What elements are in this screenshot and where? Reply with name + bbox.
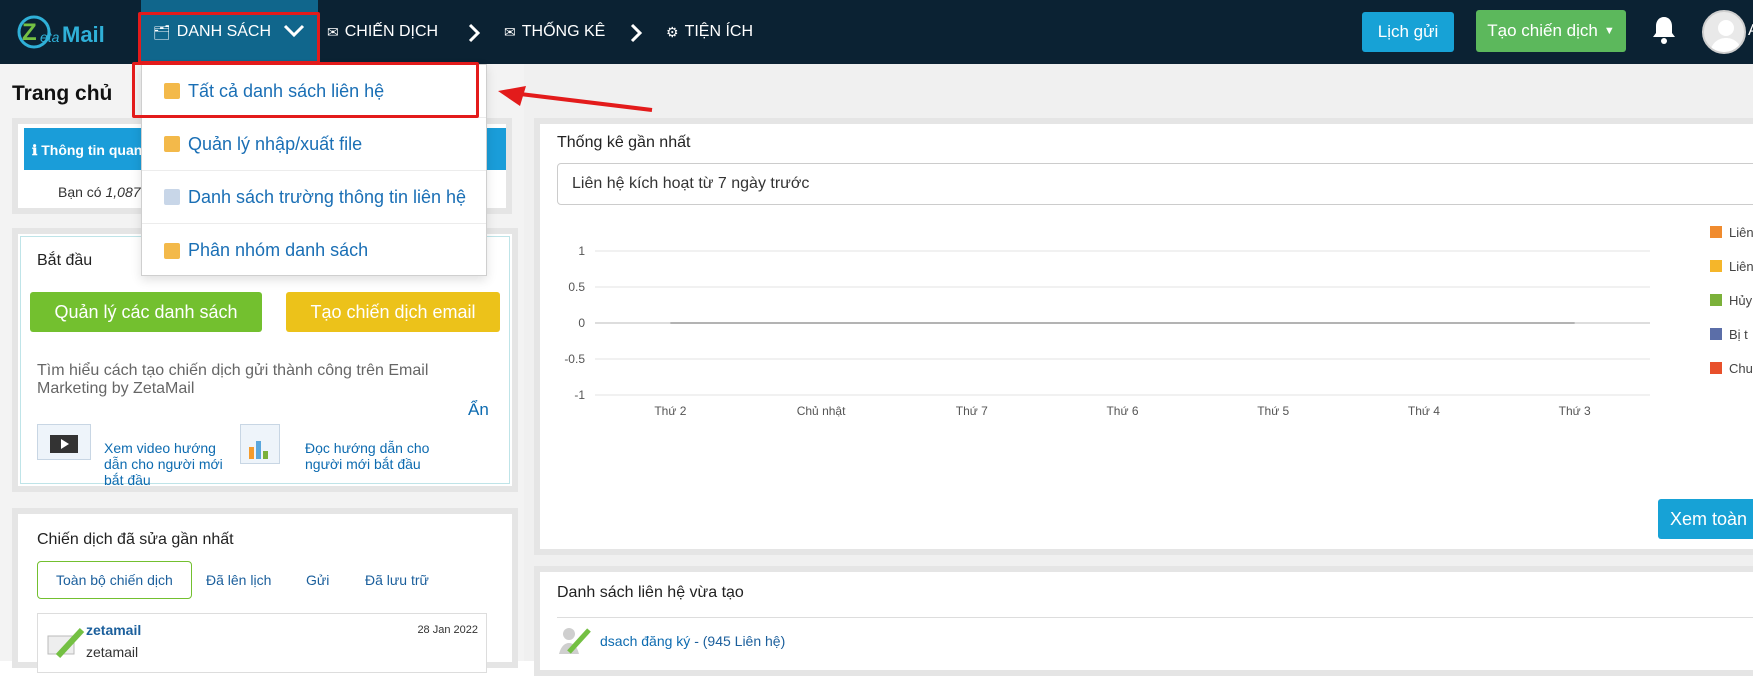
campaign-date: 28 Jan 2022	[417, 624, 478, 636]
tools-icon: ⚙	[666, 23, 679, 40]
user-avatar[interactable]	[1702, 10, 1746, 54]
create-email-campaign-button[interactable]: Tạo chiến dịch email	[286, 292, 500, 332]
legend-swatch[interactable]	[1710, 226, 1722, 238]
document-guide-link[interactable]: Đọc hướng dẫn cho người mới bắt đầu	[305, 440, 445, 472]
manage-lists-button[interactable]: Quản lý các danh sách	[30, 292, 262, 332]
stats-line-chart: 1 0.5 0 -0.5 -1 Thứ 2 Chủ nhật Thứ 7 Thứ 6 Thứ 5 T…	[564, 244, 1650, 418]
legend-swatch[interactable]	[1710, 362, 1722, 374]
recent-campaigns-title: Chiến dịch đã sửa gần nhất	[37, 531, 234, 548]
create-campaign-label: Tạo chiến dịch	[1487, 21, 1598, 40]
nav-thong-ke-label: THỐNG KÊ	[521, 23, 606, 40]
campaign-list-item[interactable]: zetamail zetamail 28 Jan 2022	[37, 613, 487, 673]
legend-swatch[interactable]	[1710, 260, 1722, 272]
page-title: Trang chủ	[12, 82, 113, 105]
envelope-icon: ✉	[327, 23, 339, 40]
x-tick-label: Thứ 2	[654, 404, 686, 418]
info-header-label: Thông tin quan	[41, 142, 143, 158]
highlight-nav-box	[138, 12, 320, 64]
nav-chien-dich-label: CHIẾN DỊCH	[344, 23, 439, 40]
svg-text:eta: eta	[40, 29, 60, 45]
legend-label[interactable]: Liên	[1729, 225, 1753, 240]
menu-item-contact-fields[interactable]: Danh sách trường thông tin liên hệ	[142, 171, 486, 224]
nav-chien-dich[interactable]: ✉ CHIẾN DỊCH	[327, 0, 438, 64]
x-tick-label: Chủ nhật	[797, 404, 846, 418]
view-all-button[interactable]: Xem toàn	[1658, 499, 1753, 539]
menu-item-label: Phân nhóm danh sách	[188, 240, 369, 260]
email-edit-icon	[47, 627, 85, 659]
menu-item-label: Danh sách trường thông tin liên hệ	[188, 186, 467, 207]
x-tick-label: Thứ 3	[1559, 404, 1591, 418]
menu-item-label: Quản lý nhập/xuất file	[188, 133, 363, 154]
campaign-name: zetamail	[86, 622, 142, 638]
recent-list-name[interactable]: dsach đăng ký	[600, 633, 690, 649]
user-initial: A	[1748, 22, 1753, 40]
legend-swatch[interactable]	[1710, 328, 1722, 340]
annotation-arrow-icon	[498, 86, 653, 112]
nav-tien-ich[interactable]: ⚙ TIỆN ÍCH	[666, 0, 753, 64]
svg-text:Mail: Mail	[62, 22, 105, 47]
y-tick-label: 0	[578, 316, 585, 330]
nav-thong-ke[interactable]: ✉ THỐNG KÊ	[504, 0, 605, 64]
y-tick-label: -0.5	[564, 352, 585, 366]
schedule-button[interactable]: Lịch gửi	[1362, 12, 1454, 52]
document-list-icon	[164, 189, 180, 205]
tab-archived[interactable]: Đã lưu trữ	[365, 572, 429, 588]
stats-title: Thống kê gần nhất	[557, 134, 691, 151]
legend-label[interactable]: Hủy	[1729, 293, 1752, 308]
chevron-right-icon[interactable]	[628, 22, 644, 44]
tab-all-campaigns[interactable]: Toàn bộ chiến dịch	[37, 561, 192, 599]
recent-list-count: (945 Liên hệ)	[702, 633, 786, 649]
legend-swatch[interactable]	[1710, 294, 1722, 306]
y-tick-label: -1	[574, 388, 585, 402]
zetamail-logo[interactable]: Z eta Mail	[14, 12, 120, 52]
info-icon: ℹ	[32, 142, 42, 158]
hide-link[interactable]: Ẩn	[468, 400, 489, 420]
campaign-subtitle: zetamail	[86, 644, 139, 660]
tab-sent[interactable]: Gửi	[306, 572, 329, 588]
recent-list-item[interactable]: dsach đăng ký - (945 Liên hệ)	[600, 633, 785, 649]
recent-lists-title: Danh sách liên hệ vừa tạo	[557, 584, 744, 601]
contacts-icon	[164, 136, 180, 152]
contacts-icon	[164, 242, 180, 259]
legend-label[interactable]: Chu	[1729, 361, 1753, 376]
recent-lists-card	[534, 566, 1753, 676]
envelope-icon: ✉	[504, 23, 516, 40]
chevron-right-icon[interactable]	[466, 22, 482, 44]
legend-label[interactable]: Bị t	[1729, 327, 1748, 342]
caret-down-icon: ▼	[1603, 25, 1615, 37]
info-body: Bạn có 1,087 đ	[58, 184, 152, 200]
user-icon	[1710, 20, 1742, 52]
x-tick-label: Thứ 7	[956, 404, 988, 418]
stats-filter-select[interactable]: Liên hệ kích hoạt từ 7 ngày trước	[557, 163, 1753, 205]
video-thumbnail[interactable]	[37, 424, 91, 460]
play-video-icon	[50, 435, 78, 453]
bell-icon[interactable]	[1650, 14, 1678, 46]
y-tick-label: 0.5	[568, 280, 585, 294]
getting-started-description: Tìm hiểu cách tạo chiến dịch gửi thành c…	[37, 362, 429, 397]
info-body-prefix: Bạn có	[58, 184, 106, 200]
y-tick-label: 1	[578, 244, 585, 258]
menu-item-import-export[interactable]: Quản lý nhập/xuất file	[142, 118, 486, 171]
x-tick-label: Thứ 4	[1408, 404, 1440, 418]
nav-tien-ich-label: TIỆN ÍCH	[684, 23, 754, 40]
highlight-menu-item-box	[132, 62, 479, 118]
video-guide-link[interactable]: Xem video hướng dẫn cho người mới bắt đầ…	[104, 440, 234, 488]
document-thumbnail[interactable]	[240, 424, 280, 464]
document-icon	[249, 441, 268, 459]
contact-list-icon	[559, 628, 591, 654]
tab-scheduled[interactable]: Đã lên lịch	[206, 572, 271, 588]
x-tick-label: Thứ 5	[1257, 404, 1289, 418]
menu-item-list-segments[interactable]: Phân nhóm danh sách	[142, 224, 486, 277]
getting-started-title: Bắt đầu	[37, 252, 93, 269]
legend-label[interactable]: Liên	[1729, 259, 1753, 274]
divider	[557, 617, 1753, 618]
create-campaign-button[interactable]: Tạo chiến dịch ▼	[1476, 10, 1626, 52]
svg-text:Z: Z	[22, 19, 37, 46]
x-tick-label: Thứ 6	[1106, 404, 1138, 418]
